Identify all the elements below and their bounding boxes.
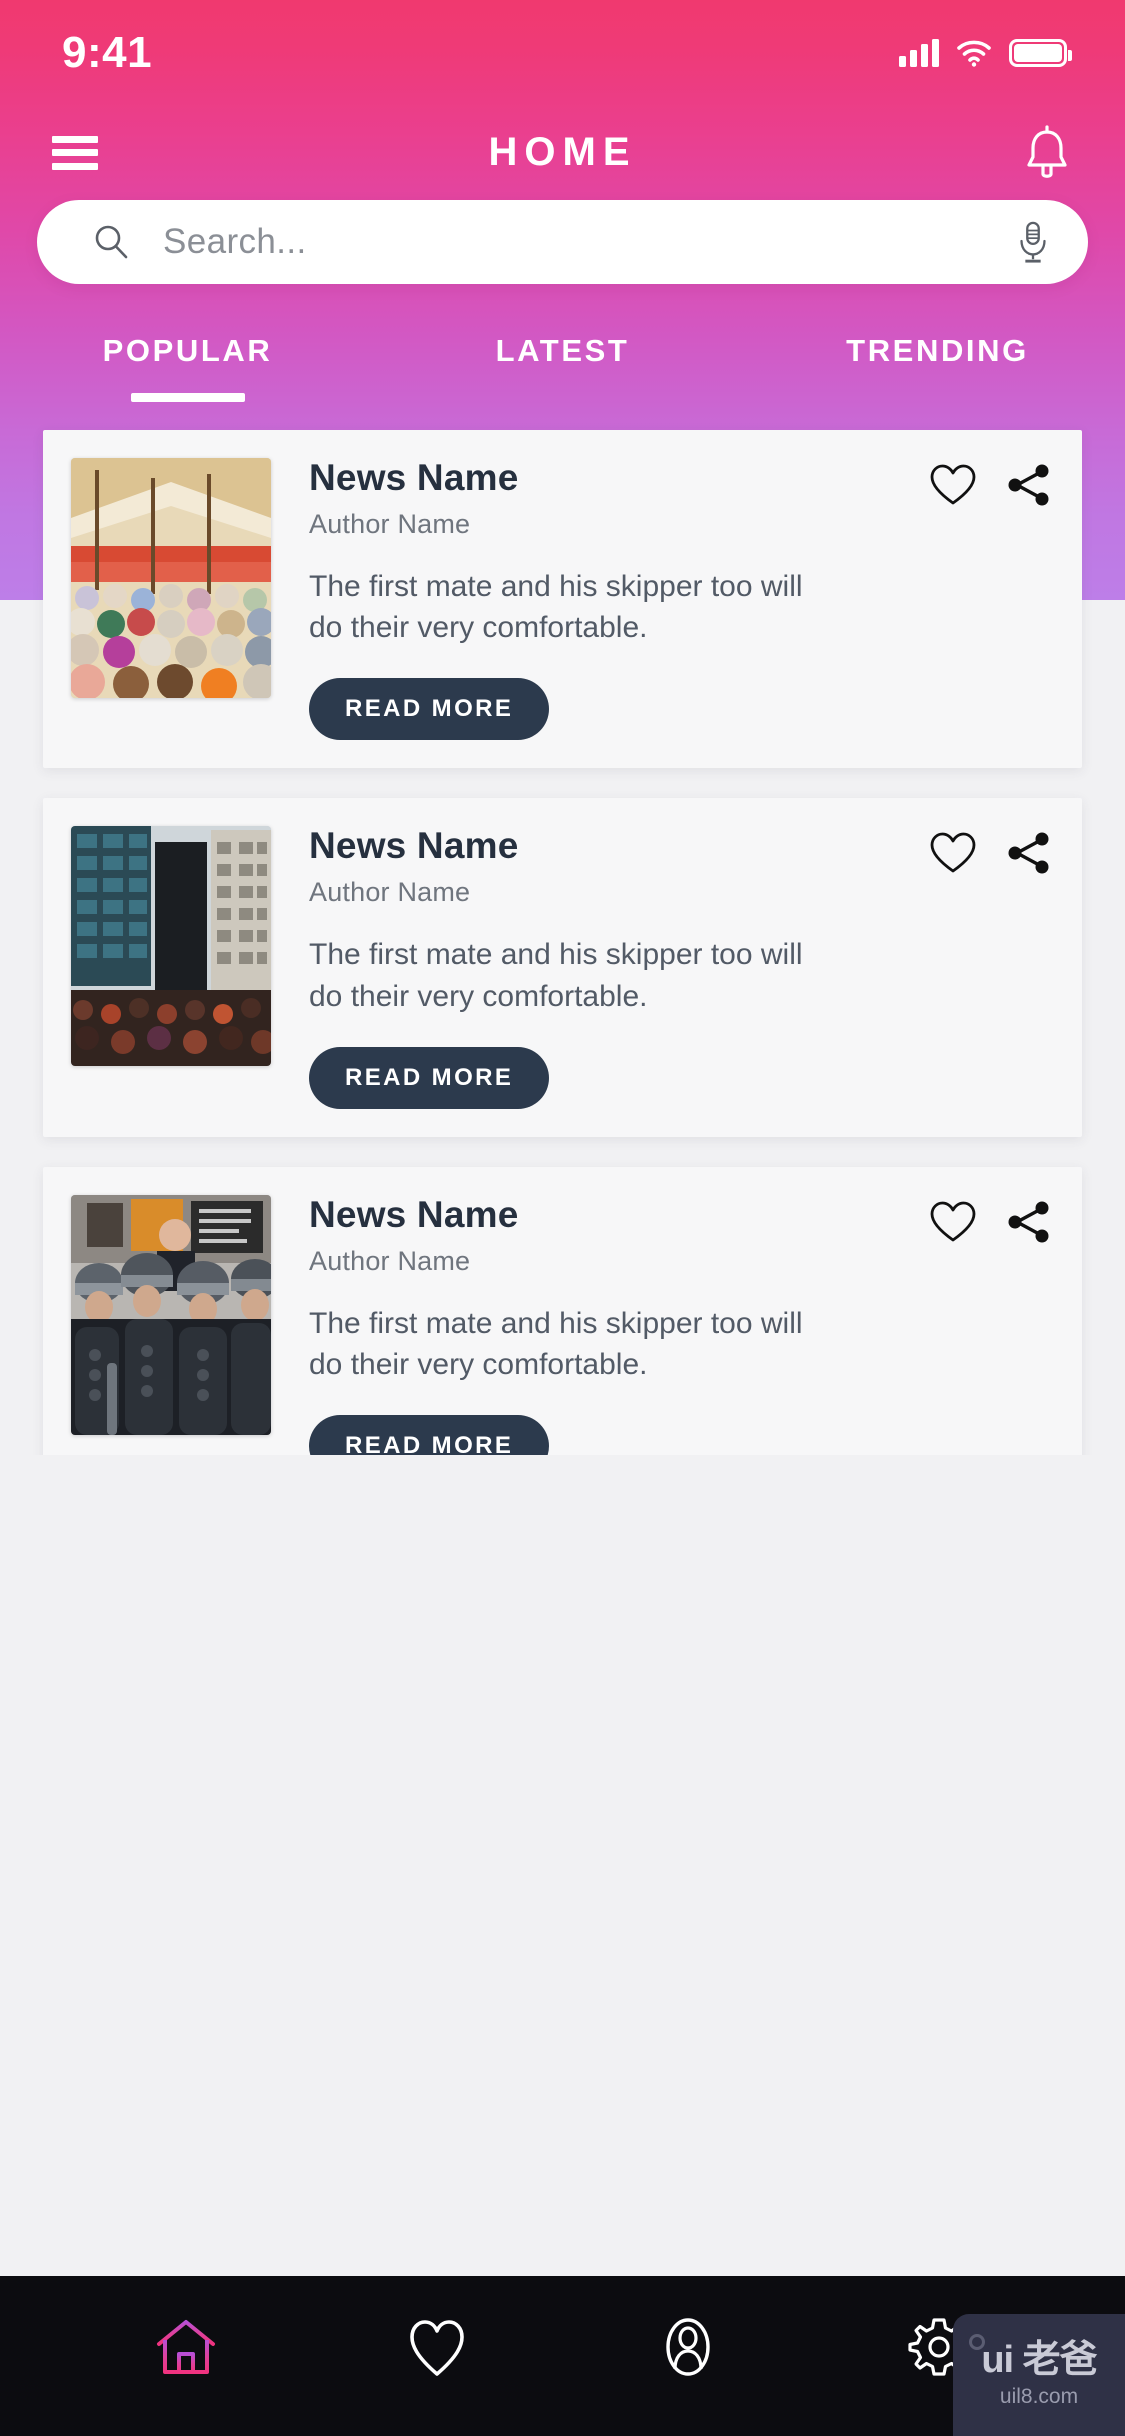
news-card-header: News Name Author Name (309, 457, 1052, 540)
tab-popular-label: POPULAR (102, 333, 273, 368)
bottom-nav-favorites[interactable] (402, 2312, 472, 2382)
microphone-icon[interactable] (1016, 220, 1050, 264)
hamburger-menu-icon[interactable] (52, 135, 98, 170)
news-author: Author Name (309, 877, 471, 908)
profile-icon (666, 2318, 710, 2376)
news-card-actions (930, 458, 1052, 508)
news-card-text-block: News Name Author Name (309, 826, 519, 908)
page-title: HOME (488, 130, 637, 174)
heart-outline-icon[interactable] (930, 462, 976, 508)
category-tabs: POPULAR LATEST TRENDING (0, 320, 1125, 402)
news-card-body: News Name Author Name The first mate and… (271, 826, 1052, 1109)
news-thumbnail-riot-police (71, 1194, 271, 1435)
news-card-text-block: News Name Author Name (309, 457, 519, 540)
news-card[interactable]: News Name Author Name The first mate and… (43, 1166, 1082, 1455)
search-icon (95, 225, 128, 259)
tab-latest-label: LATEST (495, 333, 630, 368)
bottom-nav-profile[interactable] (653, 2312, 723, 2382)
tab-trending-label: TRENDING (846, 333, 1029, 368)
news-card[interactable]: News Name Author Name The first mate and… (43, 430, 1082, 769)
news-card-header: News Name Author Name (309, 826, 1052, 908)
home-icon (156, 2320, 215, 2374)
share-icon[interactable] (1006, 830, 1052, 876)
notification-bell-icon[interactable] (1021, 124, 1073, 182)
news-description: The first mate and his skipper too will … (309, 938, 803, 1013)
read-more-button[interactable]: READ MORE (309, 678, 550, 741)
heart-icon (410, 2320, 464, 2376)
news-description: The first mate and his skipper too will … (309, 1306, 803, 1382)
news-card[interactable]: News Name Author Name The first mate and… (43, 798, 1082, 1137)
status-time: 9:41 (62, 27, 153, 77)
search-input[interactable]: Search... (163, 222, 1016, 262)
wifi-icon (957, 40, 991, 67)
read-more-button[interactable]: READ MORE (309, 1046, 550, 1109)
share-icon[interactable] (1006, 1199, 1052, 1245)
news-card-header: News Name Author Name (309, 1193, 1052, 1277)
news-title: News Name (309, 1193, 519, 1235)
news-thumbnail-city-protest (71, 826, 271, 1067)
read-more-button[interactable]: READ MORE (309, 1415, 550, 1455)
news-title: News Name (309, 825, 519, 867)
bottom-nav-home[interactable] (151, 2312, 221, 2382)
status-indicators (899, 38, 1072, 67)
news-description: The first mate and his skipper too will … (309, 569, 803, 645)
news-title: News Name (309, 457, 519, 498)
tab-trending[interactable]: TRENDING (750, 320, 1125, 369)
news-author: Author Name (309, 1245, 471, 1276)
watermark-dot-icon (969, 2334, 985, 2350)
news-card-actions (930, 826, 1052, 876)
news-card-body: News Name Author Name The first mate and… (271, 457, 1052, 741)
news-card-actions (930, 1195, 1052, 1245)
tab-latest[interactable]: LATEST (375, 320, 750, 369)
app-screen: 9:41 HOME Search... POPULAR LATEST TREND… (0, 0, 1125, 2436)
heart-outline-icon[interactable] (930, 830, 976, 876)
news-feed[interactable]: News Name Author Name The first mate and… (0, 400, 1125, 1455)
status-bar: 9:41 (0, 0, 1125, 105)
top-navigation-bar: HOME (0, 105, 1125, 200)
watermark-url: uil8.com (999, 2385, 1079, 2408)
share-icon[interactable] (1006, 462, 1052, 508)
news-card-text-block: News Name Author Name (309, 1193, 519, 1277)
tab-popular[interactable]: POPULAR (0, 320, 375, 402)
news-author: Author Name (309, 508, 471, 539)
watermark-title: ui 老爸 (981, 2339, 1097, 2381)
watermark-badge: ui 老爸 uil8.com (953, 2314, 1125, 2436)
battery-icon (1009, 38, 1072, 67)
search-bar[interactable]: Search... (37, 200, 1088, 284)
cellular-signal-icon (899, 38, 939, 67)
news-card-body: News Name Author Name The first mate and… (271, 1193, 1052, 1455)
heart-outline-icon[interactable] (930, 1199, 976, 1245)
news-thumbnail-crowd-praying (71, 458, 271, 698)
